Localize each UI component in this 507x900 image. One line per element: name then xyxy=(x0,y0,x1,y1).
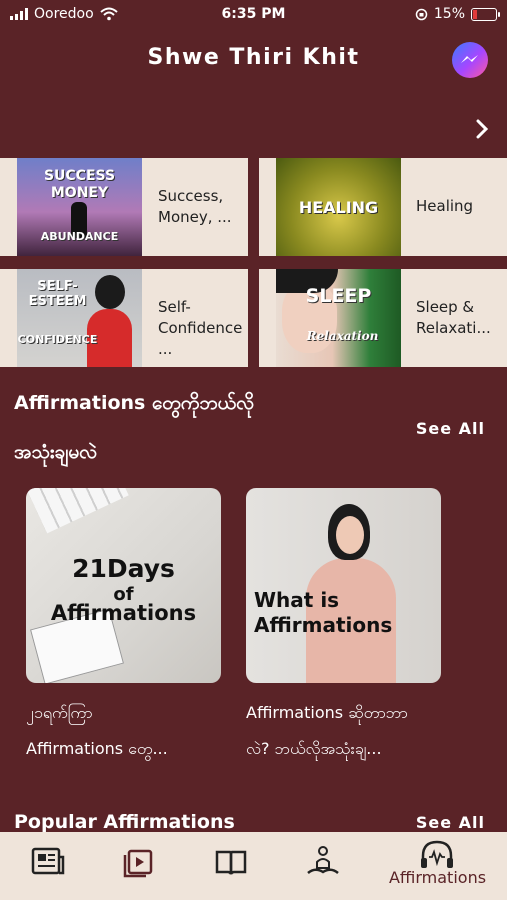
messenger-button[interactable] xyxy=(452,42,488,78)
section-title: Affirmations တွေကိုဘယ်လို xyxy=(14,392,254,414)
thumb-text: MONEY xyxy=(50,185,109,201)
news-icon[interactable] xyxy=(17,842,77,882)
category-thumbnail: SELF- ESTEEM CONFIDENCE xyxy=(17,269,142,367)
category-thumbnail: SLEEP Relaxation xyxy=(276,269,401,367)
thumb-text: HEALING xyxy=(298,198,379,217)
messenger-icon xyxy=(461,55,478,63)
thumb-text: CONFIDENCE xyxy=(17,333,98,346)
keyboard-image xyxy=(26,488,129,534)
card-caption: Affirmations တွေ... xyxy=(26,739,168,758)
thumb-text: SELF- xyxy=(37,279,78,294)
book-icon[interactable] xyxy=(201,842,261,882)
meditation-icon[interactable] xyxy=(293,842,353,882)
category-tile-sleep[interactable]: SLEEP Relaxation Sleep & Relaxati... xyxy=(259,269,507,367)
category-label: Healing xyxy=(416,197,474,215)
page-title: Shwe Thiri Khit xyxy=(147,45,360,70)
see-all-link-popular[interactable]: See All xyxy=(416,813,485,832)
category-tile-healing[interactable]: HEALING Healing xyxy=(259,158,507,256)
thumb-text: ABUNDANCE xyxy=(40,230,119,243)
category-label: Success, Money, ... xyxy=(158,187,232,226)
card-caption: ၂၁ရက်ကြာ xyxy=(26,703,93,722)
card-caption: လဲ? ဘယ်လိုအသုံးချ... xyxy=(246,739,382,758)
thumb-text: SLEEP xyxy=(305,285,372,307)
battery-percent: 15% xyxy=(433,6,465,22)
section-title: အသုံးချမလဲ xyxy=(14,441,97,463)
article-card-what-is[interactable]: What is Affirmations xyxy=(246,488,441,683)
category-tile-self-confidence[interactable]: SELF- ESTEEM CONFIDENCE Self-Confidence … xyxy=(0,269,248,367)
category-label: Self-Confidence ... xyxy=(158,298,243,358)
person-face xyxy=(336,516,364,554)
article-card-21days[interactable]: 21Days of Affirmations xyxy=(26,488,221,683)
thumb-text: Relaxation xyxy=(306,329,379,343)
thumb-text: SUCCESS xyxy=(43,168,116,184)
orientation-lock-icon xyxy=(415,8,428,20)
card-image-text: What is xyxy=(254,588,340,612)
card-caption: Affirmations ဆိုတာဘာ xyxy=(246,703,408,722)
category-thumbnail: SUCCESS MONEY ABUNDANCE xyxy=(17,158,142,256)
category-label: Sleep & Relaxati... xyxy=(416,298,491,337)
category-thumbnail: HEALING xyxy=(276,158,401,256)
thumb-text: ESTEEM xyxy=(28,294,87,309)
tab-affirmations-label[interactable]: Affirmations xyxy=(386,868,489,887)
card-image-text: Affirmations xyxy=(254,613,393,637)
card-image-text: Affirmations xyxy=(50,601,197,625)
battery-icon xyxy=(471,7,500,21)
chevron-right-icon[interactable] xyxy=(468,115,498,145)
video-library-icon[interactable] xyxy=(108,842,168,882)
status-bar: Ooredoo 6:35 PM 15% xyxy=(0,0,507,30)
category-tile-success[interactable]: SUCCESS MONEY ABUNDANCE Success, Money, … xyxy=(0,158,248,256)
card-image-text: 21Days xyxy=(72,554,175,583)
see-all-link[interactable]: See All xyxy=(416,419,485,438)
section-title-popular: Popular Affirmations xyxy=(14,811,235,833)
